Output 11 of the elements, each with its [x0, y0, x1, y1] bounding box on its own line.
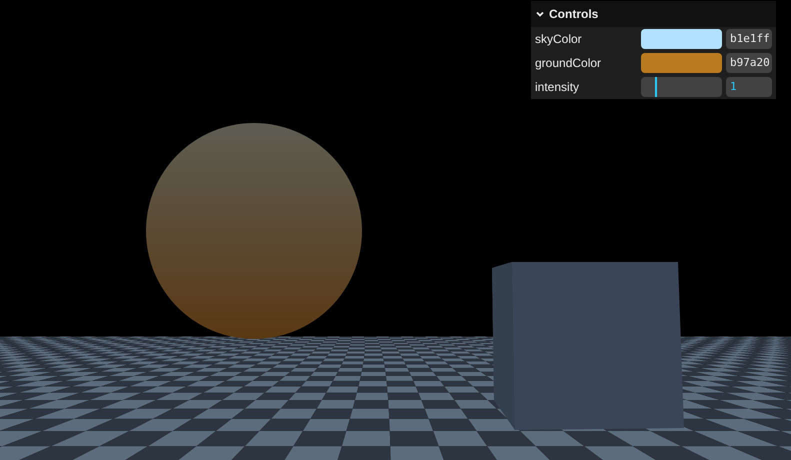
value-field[interactable]: b97a20 — [726, 53, 772, 73]
control-label: intensity — [535, 79, 580, 96]
value-field[interactable]: 1 — [726, 77, 772, 97]
value-field[interactable]: b1e1ff — [726, 29, 772, 49]
control-label: groundColor — [535, 55, 602, 72]
chevron-icon — [535, 9, 545, 19]
panel-header[interactable]: Controls — [531, 1, 776, 27]
color-swatch[interactable] — [641, 29, 722, 49]
control-label: skyColor — [535, 31, 583, 48]
color-swatch[interactable] — [641, 53, 722, 73]
slider-track[interactable] — [641, 77, 722, 97]
